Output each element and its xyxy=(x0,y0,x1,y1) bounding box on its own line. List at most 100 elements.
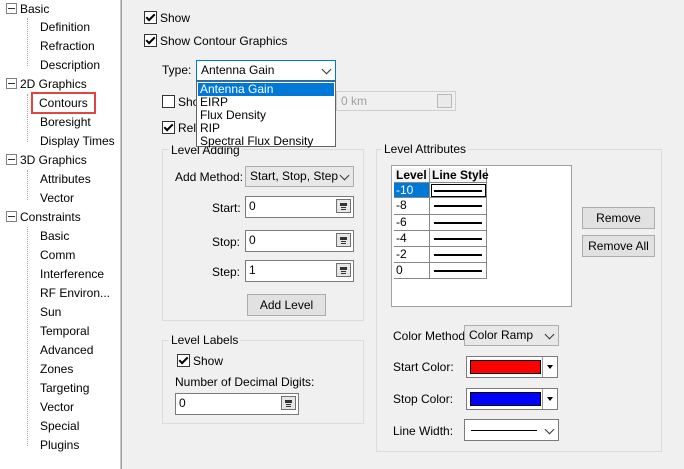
level-cell[interactable]: 0 xyxy=(394,263,430,279)
tree-item-sun[interactable]: Sun xyxy=(40,303,61,321)
tree-group-constraints[interactable]: Constraints xyxy=(6,208,81,226)
tree-item-special[interactable]: Special xyxy=(40,417,79,435)
spin-calculator-icon[interactable] xyxy=(281,396,296,410)
tree-item-description[interactable]: Description xyxy=(40,56,100,74)
line-style-cell[interactable] xyxy=(430,263,487,279)
step-value: 1 xyxy=(249,263,256,277)
tree-item-targeting[interactable]: Targeting xyxy=(40,379,89,397)
show-label: Show xyxy=(160,11,191,25)
stop-label: Stop: xyxy=(212,235,241,249)
tree-item-interference[interactable]: Interference xyxy=(40,265,104,283)
tree-item-vector[interactable]: Vector xyxy=(40,189,74,207)
tree-group-label: 3D Graphics xyxy=(20,153,87,167)
tree-group-3d-graphics[interactable]: 3D Graphics xyxy=(6,151,87,169)
level-cell[interactable]: -2 xyxy=(394,247,430,263)
add-method-label: Add Method: xyxy=(175,170,244,184)
pane-divider[interactable] xyxy=(121,0,122,469)
dropdown-arrow-icon[interactable] xyxy=(542,357,557,377)
tree-item-comm[interactable]: Comm xyxy=(40,246,75,264)
color-method-dropdown[interactable]: Color Ramp xyxy=(464,325,559,346)
type-dropdown[interactable]: Antenna Gain xyxy=(196,60,336,81)
collapse-icon[interactable] xyxy=(6,3,17,15)
line-width-label: Line Width: xyxy=(393,424,454,438)
add-method-dropdown[interactable]: Start, Stop, Step xyxy=(245,166,354,187)
tree-item-zones[interactable]: Zones xyxy=(40,360,73,378)
add-level-button[interactable]: Add Level xyxy=(247,294,326,316)
tree-item-boresight[interactable]: Boresight xyxy=(40,113,91,131)
line-style-cell[interactable] xyxy=(430,247,487,263)
chevron-down-icon xyxy=(544,424,555,435)
start-color-swatch xyxy=(470,360,541,374)
type-option-spectral-flux-density[interactable]: Spectral Flux Density xyxy=(198,135,334,148)
tree-item-plugins[interactable]: Plugins xyxy=(40,436,79,454)
tree-item-definition[interactable]: Definition xyxy=(40,18,90,36)
tree-connector xyxy=(27,170,28,200)
start-input[interactable]: 0 xyxy=(245,196,354,218)
stop-color-picker[interactable] xyxy=(466,388,558,410)
color-method-value: Color Ramp xyxy=(469,328,534,342)
tree-item-advanced[interactable]: Advanced xyxy=(40,341,93,359)
show-contour-graphics-checkbox[interactable] xyxy=(144,34,157,47)
spin-calculator-icon[interactable] xyxy=(336,233,351,247)
tree-item-vector-constraint[interactable]: Vector xyxy=(40,398,74,416)
show-checkbox[interactable] xyxy=(144,11,157,24)
column-header-level[interactable]: Level xyxy=(394,168,430,183)
chevron-down-icon xyxy=(321,64,332,75)
tree-item-basic[interactable]: Basic xyxy=(40,227,69,245)
level-cell[interactable]: -8 xyxy=(394,198,430,215)
decimal-digits-value: 0 xyxy=(179,396,186,410)
tree-item-refraction[interactable]: Refraction xyxy=(40,37,95,55)
tree-item-temporal[interactable]: Temporal xyxy=(40,322,89,340)
spin-calculator-icon[interactable] xyxy=(336,199,351,213)
line-style-cell[interactable] xyxy=(430,198,487,215)
level-labels-title: Level Labels xyxy=(169,333,241,347)
decimal-digits-input[interactable]: 0 xyxy=(175,393,299,415)
stop-color-label: Stop Color: xyxy=(393,392,454,406)
collapse-icon[interactable] xyxy=(6,78,17,90)
line-style-cell[interactable] xyxy=(430,215,487,231)
line-style-cell[interactable] xyxy=(430,183,487,198)
tree-item-rf-environment[interactable]: RF Environ... xyxy=(40,284,110,302)
tree-group-label: 2D Graphics xyxy=(20,77,87,91)
level-cell[interactable]: -6 xyxy=(394,215,430,231)
step-input[interactable]: 1 xyxy=(245,260,354,282)
decimal-digits-label: Number of Decimal Digits: xyxy=(175,375,315,389)
chevron-down-icon xyxy=(544,329,555,340)
start-label: Start: xyxy=(212,201,241,215)
type-dropdown-list[interactable]: Antenna Gain EIRP Flux Density RIP Spect… xyxy=(196,81,336,148)
type-label: Type: xyxy=(162,63,192,77)
tree-group-basic[interactable]: Basic xyxy=(6,0,49,18)
start-color-label: Start Color: xyxy=(393,360,454,374)
line-width-dropdown[interactable] xyxy=(464,419,559,441)
remove-button[interactable]: Remove xyxy=(582,207,655,229)
add-method-value: Start, Stop, Step xyxy=(250,169,339,183)
line-width-preview xyxy=(471,430,537,431)
relative-checkbox[interactable] xyxy=(162,121,175,134)
spin-calculator-icon[interactable] xyxy=(336,263,351,277)
line-style-cell[interactable] xyxy=(430,231,487,247)
level-labels-show-checkbox[interactable] xyxy=(177,354,190,367)
column-header-line-style[interactable]: Line Style xyxy=(430,168,489,183)
dropdown-arrow-icon[interactable] xyxy=(542,389,557,409)
tree-item-contours[interactable]: Contours xyxy=(31,92,96,114)
collapse-icon[interactable] xyxy=(6,154,17,166)
chevron-down-icon xyxy=(339,170,350,181)
tree-item-display-times[interactable]: Display Times xyxy=(40,132,115,150)
stop-value: 0 xyxy=(249,233,256,247)
start-color-picker[interactable] xyxy=(466,356,558,378)
disabled-distance-field: 0 km xyxy=(336,91,456,111)
collapse-icon[interactable] xyxy=(6,211,17,223)
stop-input[interactable]: 0 xyxy=(245,230,354,252)
tree-group-2d-graphics[interactable]: 2D Graphics xyxy=(6,75,87,93)
tree-group-label: Basic xyxy=(20,2,50,16)
tree-connector xyxy=(27,227,28,446)
remove-all-button[interactable]: Remove All xyxy=(582,235,655,257)
level-cell[interactable]: -4 xyxy=(394,231,430,247)
level-grid[interactable]: Level Line Style -10 -8 -6 -4 -2 0 xyxy=(391,165,572,307)
level-cell[interactable]: -10 xyxy=(394,183,430,198)
disabled-distance-value: 0 km xyxy=(341,94,368,108)
hidden-option-checkbox[interactable] xyxy=(162,95,175,108)
level-attributes-title: Level Attributes xyxy=(382,142,469,156)
tree-item-attributes[interactable]: Attributes xyxy=(40,170,91,188)
color-method-label: Color Method: xyxy=(393,329,469,343)
